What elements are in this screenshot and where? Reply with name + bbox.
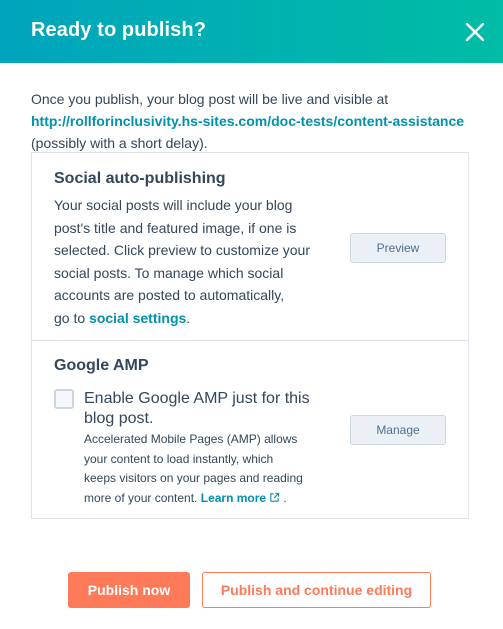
preview-button[interactable]: Preview (350, 233, 446, 263)
close-icon[interactable] (462, 19, 488, 45)
manage-button[interactable]: Manage (350, 415, 446, 445)
social-desc-suffix: . (186, 309, 191, 326)
social-section-title: Social auto-publishing (54, 170, 226, 187)
dialog-title: Ready to publish? (31, 19, 207, 41)
social-desc-line: post's title and featured image, if one … (54, 219, 297, 236)
amp-description: Accelerated Mobile Pages (AMP) allows yo… (84, 430, 324, 509)
social-desc-line: social posts. To manage which social (54, 264, 284, 281)
amp-section-title: Google AMP (54, 357, 149, 374)
amp-desc-prefix: more of your content. (84, 490, 201, 505)
published-url-link[interactable]: http://rollforinclusivity.hs-sites.com/d… (31, 110, 481, 132)
publish-options-card: Social auto-publishing Your social posts… (31, 152, 469, 519)
intro-text: Once you publish, your blog post will be… (31, 91, 389, 107)
social-desc-line: selected. Click preview to customize you… (54, 242, 310, 258)
intro-delay-note: (possibly with a short delay). (31, 135, 208, 151)
learn-more-link[interactable]: Learn more (201, 491, 280, 505)
amp-desc-line: your content to load instantly, which (84, 451, 274, 466)
social-desc-last-line: go to social settings. (54, 307, 324, 330)
amp-desc-suffix: . (280, 490, 287, 505)
social-desc-line: Your social posts will include your blog (54, 197, 293, 213)
social-settings-link[interactable]: social settings (89, 310, 186, 326)
dialog-header: Ready to publish? (0, 0, 503, 63)
publish-now-button[interactable]: Publish now (68, 572, 190, 608)
social-desc-prefix: go to (54, 309, 90, 326)
section-divider (32, 340, 468, 341)
amp-label-line: blog post. (84, 410, 154, 427)
amp-desc-last-line: more of your content. Learn more . (84, 489, 324, 510)
amp-checkbox[interactable] (54, 389, 74, 409)
publish-intro: Once you publish, your blog post will be… (31, 88, 481, 154)
external-link-icon (269, 490, 280, 510)
amp-checkbox-label[interactable]: Enable Google AMP just for this blog pos… (84, 389, 324, 429)
amp-desc-line: keeps visitors on your pages and reading (84, 471, 303, 485)
publish-and-continue-button[interactable]: Publish and continue editing (202, 572, 431, 608)
learn-more-label: Learn more (200, 490, 267, 505)
amp-desc-line: Accelerated Mobile Pages (AMP) allows (84, 432, 298, 446)
social-desc-line: accounts are posted to automatically, (54, 287, 285, 303)
amp-label-line: Enable Google AMP just for this (84, 390, 310, 407)
social-description: Your social posts will include your blog… (54, 194, 324, 329)
